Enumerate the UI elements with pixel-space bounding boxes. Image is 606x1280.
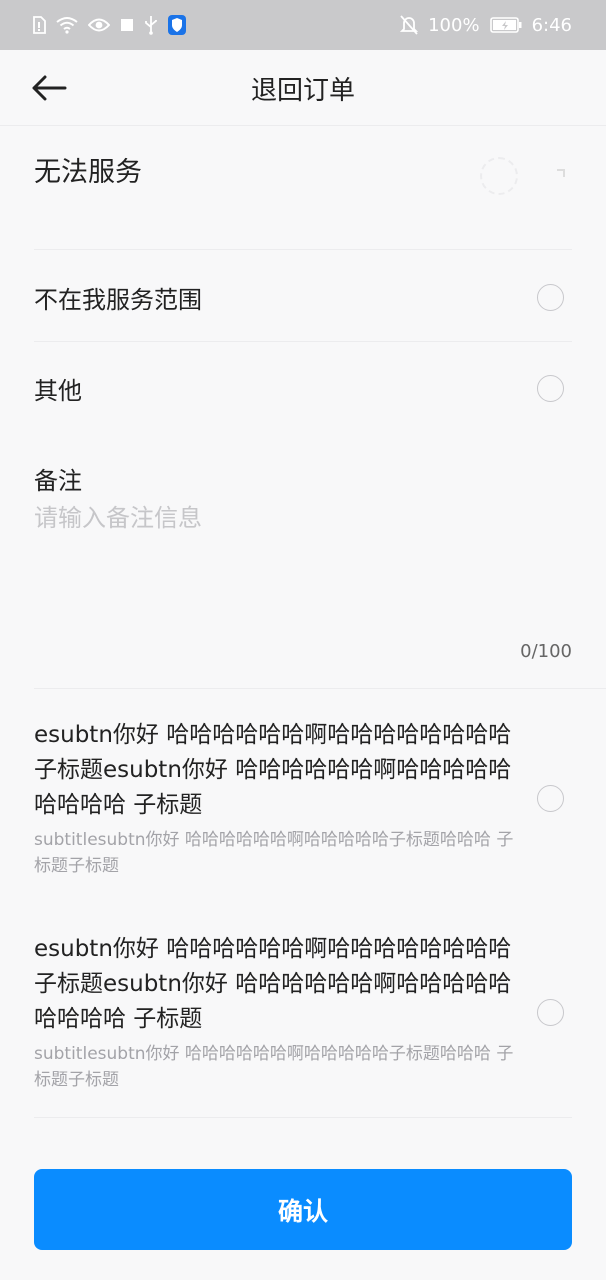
clock: 6:46 [531,14,572,36]
corner-mark-icon [557,169,565,177]
option-label: 不在我服务范围 [34,285,202,314]
wifi-icon [56,16,78,34]
rich-option-subtitle: subtitlesubtn你好 哈哈哈哈哈哈啊哈哈哈哈哈子标题哈哈哈 子标题子标… [34,1043,514,1090]
remark-label: 备注 [34,467,82,495]
square-icon [120,18,134,32]
radio-button[interactable] [537,374,564,402]
rich-option-title: esubtn你好 哈哈哈哈哈哈啊哈哈哈哈哈哈哈哈 子标题esubtn你好 哈哈哈… [34,721,512,818]
divider [34,249,572,250]
divider [34,1117,572,1118]
divider [34,341,572,342]
sim-icon [32,16,46,34]
battery-percent: 100% [428,14,480,36]
rich-option-subtitle: subtitlesubtn你好 哈哈哈哈哈哈啊哈哈哈哈哈子标题哈哈哈 子标题子标… [34,829,514,876]
bell-off-icon [400,15,419,35]
rich-option-text: esubtn你好 哈哈哈哈哈哈啊哈哈哈哈哈哈哈哈 子标题esubtn你好 哈哈哈… [34,932,524,1093]
nav-header: 退回订单 [0,50,606,126]
divider [34,688,606,689]
char-counter: 0/100 [520,641,572,662]
status-bar-right: 100% 6:46 [400,15,572,36]
radio-button[interactable] [537,283,564,311]
radio-button[interactable] [537,784,564,812]
status-bar-left [32,15,186,35]
option-row-out-of-range[interactable]: 不在我服务范围 [34,270,572,324]
loading-spinner-icon [480,157,518,195]
battery-icon [489,17,522,33]
page-title: 退回订单 [250,76,355,106]
rich-option-row[interactable]: esubtn你好 哈哈哈哈哈哈啊哈哈哈哈哈哈哈哈 子标题esubtn你好 哈哈哈… [34,714,572,882]
shield-icon [168,15,186,35]
option-label: 其他 [34,376,82,405]
radio-button[interactable] [537,998,564,1026]
remark-input[interactable] [34,500,572,630]
rich-option-text: esubtn你好 哈哈哈哈哈哈啊哈哈哈哈哈哈哈哈 子标题esubtn你好 哈哈哈… [34,718,524,879]
rich-option-row[interactable]: esubtn你好 哈哈哈哈哈哈啊哈哈哈哈哈哈哈哈 子标题esubtn你好 哈哈哈… [34,928,572,1096]
status-bar: 100% 6:46 [0,0,606,50]
option-row-other[interactable]: 其他 [34,361,572,415]
rich-option-title: esubtn你好 哈哈哈哈哈哈啊哈哈哈哈哈哈哈哈 子标题esubtn你好 哈哈哈… [34,935,512,1032]
section-title: 无法服务 [34,157,142,188]
usb-icon [144,15,158,35]
eye-icon [88,17,110,33]
confirm-button[interactable]: 确认 [34,1169,572,1250]
